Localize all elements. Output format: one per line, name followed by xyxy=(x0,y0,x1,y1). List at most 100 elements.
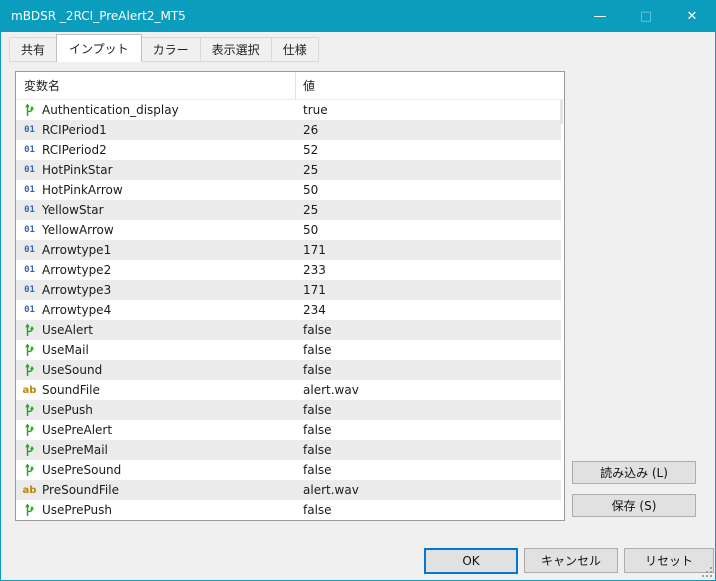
param-name-cell: abPreSoundFile xyxy=(16,483,295,497)
integer-01-icon: 01 xyxy=(22,165,37,175)
table-row[interactable]: UsePushfalse xyxy=(16,400,561,420)
caption-buttons: — □ ✕ xyxy=(577,0,715,32)
param-value[interactable]: false xyxy=(295,323,332,337)
param-name: SoundFile xyxy=(42,383,100,397)
integer-01-icon: 01 xyxy=(22,305,37,315)
param-name-cell: UsePush xyxy=(16,403,295,417)
param-name-cell: 01 YellowArrow xyxy=(16,223,295,237)
string-ab-icon: ab xyxy=(22,385,37,396)
param-name: Arrowtype2 xyxy=(42,263,111,277)
param-value[interactable]: 50 xyxy=(295,223,318,237)
ok-button[interactable]: OK xyxy=(424,548,518,574)
table-row[interactable]: UsePreAlertfalse xyxy=(16,420,561,440)
minimize-button[interactable]: — xyxy=(577,0,623,32)
param-value[interactable]: false xyxy=(295,423,332,437)
param-value[interactable]: 233 xyxy=(295,263,326,277)
param-name-cell: UsePrePush xyxy=(16,503,295,517)
table-row[interactable]: 01RCIPeriod252 xyxy=(16,140,561,160)
param-value[interactable]: false xyxy=(295,443,332,457)
indicator-properties-dialog: mBDSR _2RCI_PreAlert2_MT5 — □ ✕ 共有 インプット… xyxy=(0,0,716,581)
param-name-cell: 01Arrowtype4 xyxy=(16,303,295,317)
table-row[interactable]: 01RCIPeriod126 xyxy=(16,120,561,140)
table-row[interactable]: 01Arrowtype1171 xyxy=(16,240,561,260)
param-name-cell: 01Arrowtype1 xyxy=(16,243,295,257)
param-value[interactable]: 50 xyxy=(295,183,318,197)
table-row[interactable]: 01YellowStar25 xyxy=(16,200,561,220)
cancel-button[interactable]: キャンセル xyxy=(524,548,618,573)
param-value[interactable]: false xyxy=(295,403,332,417)
table-row[interactable]: 01Arrowtype3171 xyxy=(16,280,561,300)
table-row[interactable]: 01 HotPinkStar 25 xyxy=(16,160,561,180)
param-name: UsePreSound xyxy=(42,463,121,477)
param-value[interactable]: 26 xyxy=(295,123,318,137)
param-value[interactable]: 171 xyxy=(295,243,326,257)
param-name-cell: 01 HotPinkStar xyxy=(16,163,295,177)
param-name-cell: 01RCIPeriod2 xyxy=(16,143,295,157)
param-name: PreSoundFile xyxy=(42,483,119,497)
table-row[interactable]: abPreSoundFilealert.wav xyxy=(16,480,561,500)
branch-arrows-icon xyxy=(22,343,37,357)
param-value[interactable]: 52 xyxy=(295,143,318,157)
branch-arrows-icon xyxy=(22,463,37,477)
column-header-value: 値 xyxy=(295,77,315,94)
tab-visualization[interactable]: 表示選択 xyxy=(200,37,272,62)
param-value[interactable]: alert.wav xyxy=(295,483,359,497)
column-header-name: 変数名 xyxy=(16,77,295,94)
maximize-button[interactable]: □ xyxy=(623,0,669,32)
table-row[interactable]: UsePreMailfalse xyxy=(16,440,561,460)
resize-grip[interactable] xyxy=(702,567,713,578)
param-value[interactable]: alert.wav xyxy=(295,383,359,397)
table-row[interactable]: UseSound false xyxy=(16,360,561,380)
table-header: 変数名 値 xyxy=(16,72,564,100)
branch-arrows-icon xyxy=(22,443,37,457)
param-name: HotPinkStar xyxy=(42,163,113,177)
save-button[interactable]: 保存 (S) xyxy=(572,494,696,517)
param-name: HotPinkArrow xyxy=(42,183,123,197)
param-value[interactable]: 25 xyxy=(295,203,318,217)
param-name-cell: ab SoundFile xyxy=(16,383,295,397)
param-value[interactable]: false xyxy=(295,463,332,477)
table-row[interactable]: ab SoundFile alert.wav xyxy=(16,380,561,400)
param-name-cell: Authentication_display xyxy=(16,103,295,117)
param-name: UseSound xyxy=(42,363,102,377)
param-value[interactable]: 171 xyxy=(295,283,326,297)
param-value[interactable]: 234 xyxy=(295,303,326,317)
param-name-cell: UsePreSound xyxy=(16,463,295,477)
close-button[interactable]: ✕ xyxy=(669,0,715,32)
table-row[interactable]: UsePrePushfalse xyxy=(16,500,561,520)
param-name: YellowArrow xyxy=(42,223,114,237)
table-row[interactable]: Authentication_displaytrue xyxy=(16,100,561,120)
tab-common[interactable]: 共有 xyxy=(9,37,57,62)
table-row[interactable]: UsePreSound false xyxy=(16,460,561,480)
reset-button[interactable]: リセット xyxy=(624,548,714,573)
tab-inputs[interactable]: インプット xyxy=(56,34,142,62)
table-row[interactable]: 01Arrowtype2233 xyxy=(16,260,561,280)
param-value[interactable]: false xyxy=(295,363,332,377)
param-name: UseMail xyxy=(42,343,89,357)
param-value[interactable]: false xyxy=(295,343,332,357)
load-button[interactable]: 読み込み (L) xyxy=(572,461,696,484)
table-row[interactable]: 01 YellowArrow 50 xyxy=(16,220,561,240)
param-value[interactable]: false xyxy=(295,503,332,517)
param-value[interactable]: true xyxy=(295,103,328,117)
table-row[interactable]: 01HotPinkArrow50 xyxy=(16,180,561,200)
tab-specification[interactable]: 仕様 xyxy=(271,37,319,62)
param-table: 変数名 値 Authentication_displaytrue01RCIPer… xyxy=(15,71,565,521)
table-scrollbar-thumb[interactable] xyxy=(560,100,563,124)
table-row[interactable]: 01Arrowtype4234 xyxy=(16,300,561,320)
tab-colors[interactable]: カラー xyxy=(141,37,201,62)
param-value[interactable]: 25 xyxy=(295,163,318,177)
branch-arrows-icon xyxy=(22,403,37,417)
tab-bar: 共有 インプット カラー 表示選択 仕様 xyxy=(1,32,715,62)
param-name-cell: 01YellowStar xyxy=(16,203,295,217)
table-row[interactable]: UseMail false xyxy=(16,340,561,360)
table-row[interactable]: UseAlertfalse xyxy=(16,320,561,340)
integer-01-icon: 01 xyxy=(22,125,37,135)
param-table-body: Authentication_displaytrue01RCIPeriod126… xyxy=(16,100,564,520)
integer-01-icon: 01 xyxy=(22,225,37,235)
param-name-cell: UseMail xyxy=(16,343,295,357)
branch-arrows-icon xyxy=(22,323,37,337)
branch-arrows-icon xyxy=(22,103,37,117)
branch-arrows-icon xyxy=(22,503,37,517)
integer-01-icon: 01 xyxy=(22,205,37,215)
